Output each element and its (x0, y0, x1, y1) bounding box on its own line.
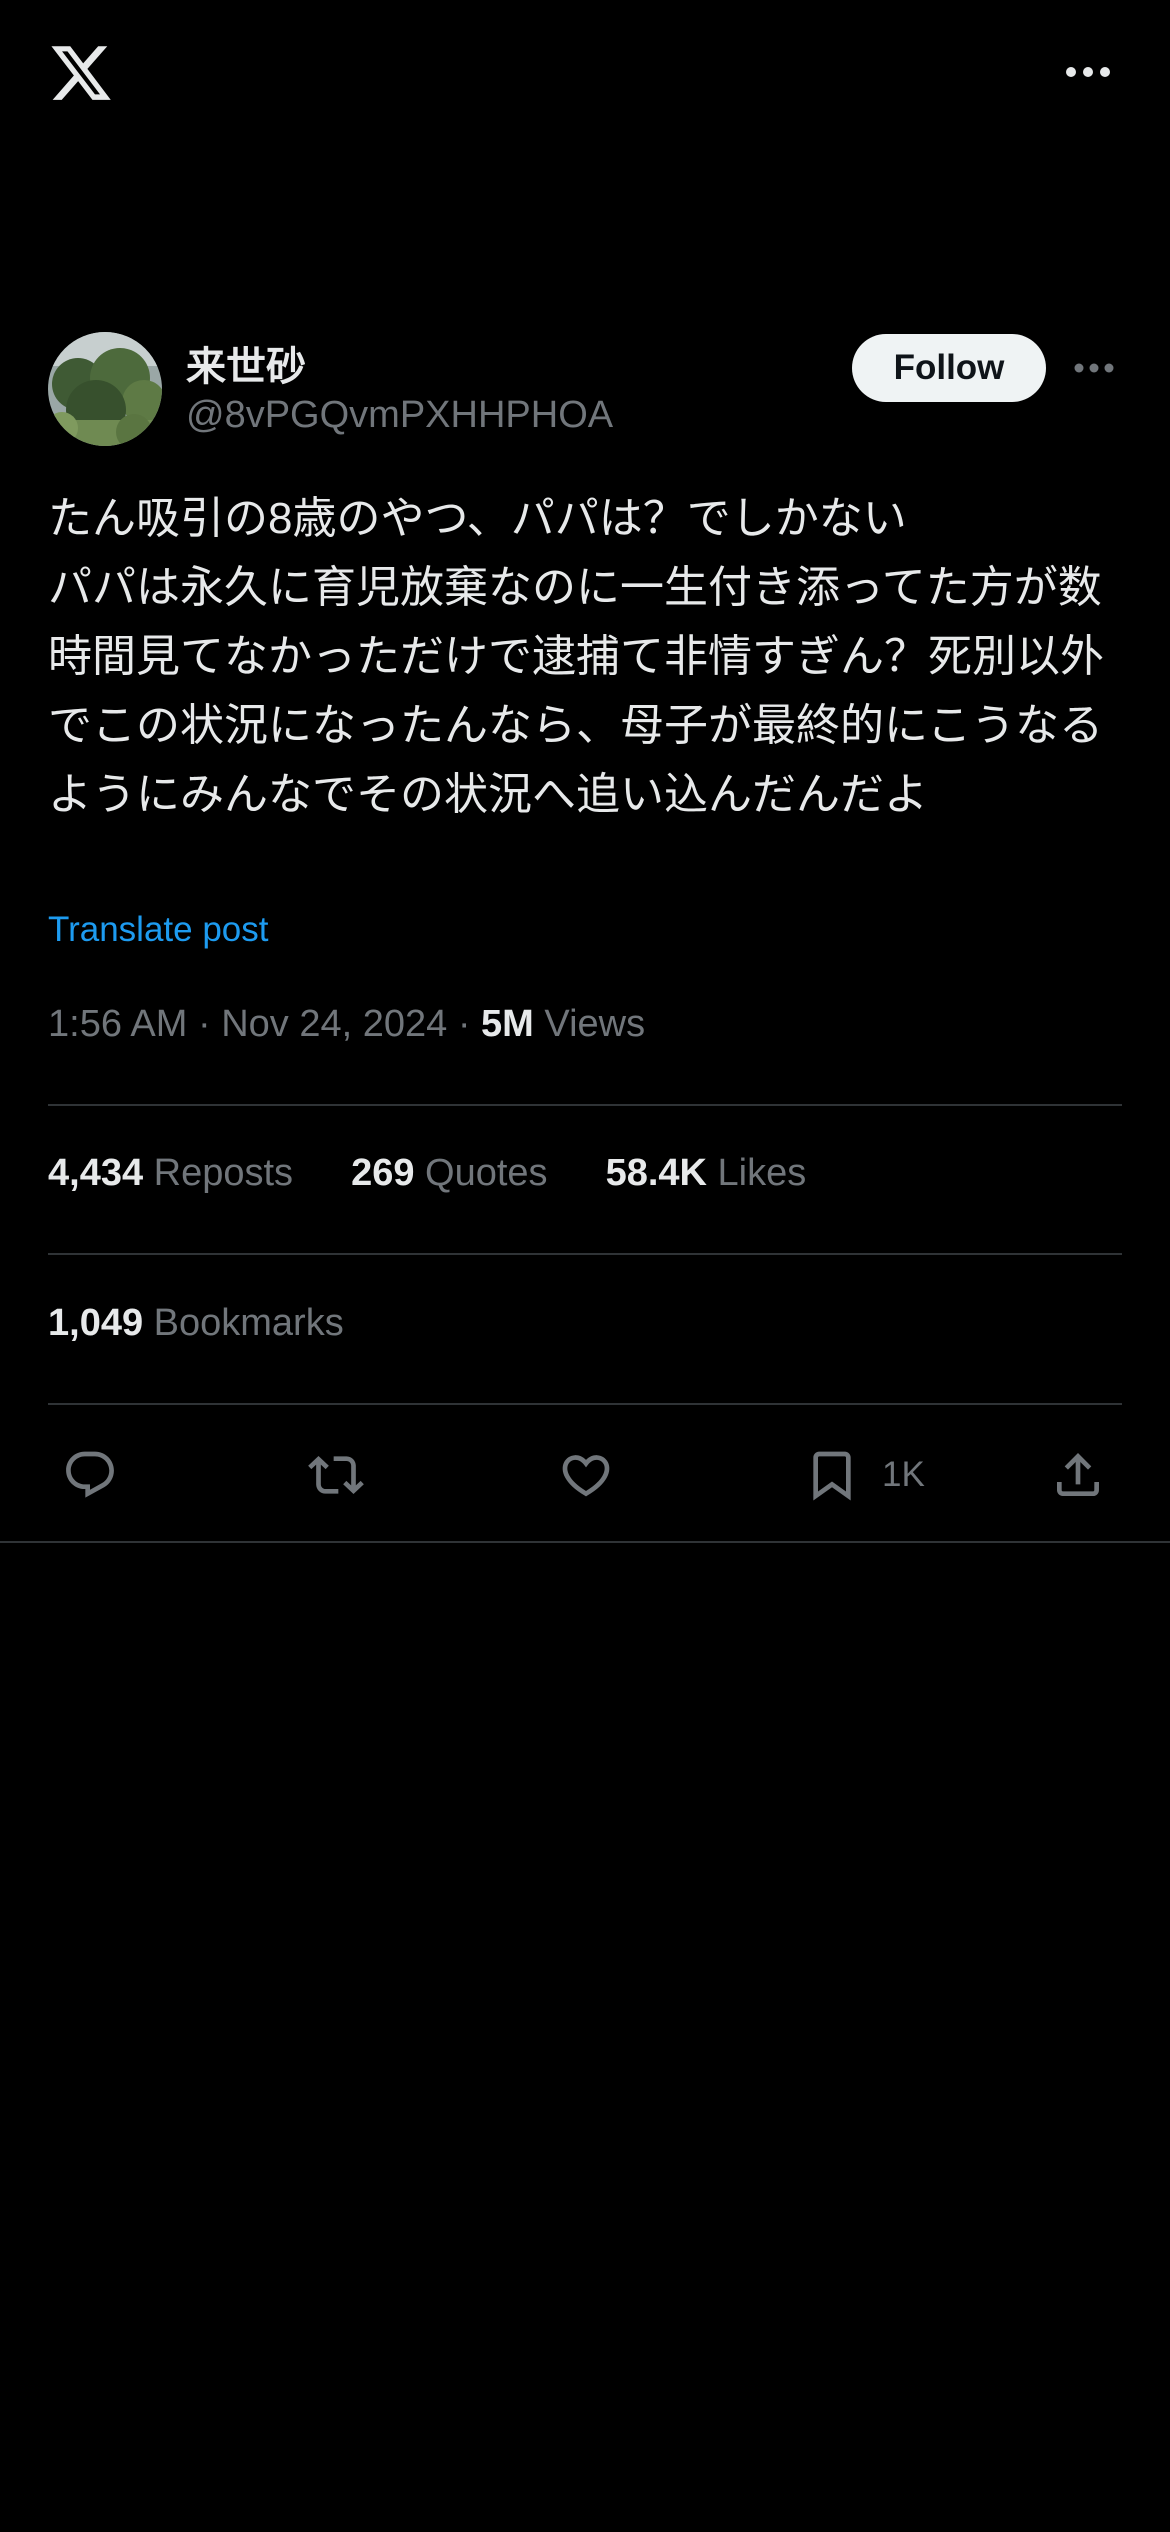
bookmarks-stat[interactable]: 1,049 Bookmarks (48, 1302, 344, 1345)
likes-count: 58.4K (605, 1152, 707, 1194)
divider (0, 1541, 1170, 1543)
quotes-count: 269 (351, 1152, 415, 1194)
avatar[interactable] (48, 332, 162, 446)
bookmark-button[interactable]: 1K (804, 1440, 925, 1510)
quotes-label: Quotes (425, 1152, 548, 1194)
likes-stat[interactable]: 58.4K Likes (606, 1152, 807, 1195)
bookmark-action-count: 1K (882, 1455, 925, 1494)
quotes-stat[interactable]: 269 Quotes (351, 1152, 548, 1195)
share-icon (1050, 1447, 1106, 1503)
views-count: 5M (481, 1003, 534, 1045)
more-options-icon[interactable] (1058, 52, 1118, 92)
repost-button[interactable] (308, 1440, 364, 1510)
reposts-stat[interactable]: 4,434 Reposts (48, 1152, 293, 1195)
bookmarks-label: Bookmarks (153, 1302, 344, 1344)
post-author: 来世砂 @8vPGQvmPXHHPHOA Follow (48, 332, 1122, 448)
translate-post-link[interactable]: Translate post (48, 910, 268, 950)
reply-button[interactable] (62, 1440, 118, 1510)
post-more-icon[interactable] (1066, 350, 1122, 386)
post-text: たん吸引の8歳のやつ、パパは？でしかない パパは永久に育児放棄なのに一生付き添っ… (48, 494, 1104, 819)
reposts-count: 4,434 (48, 1152, 144, 1194)
divider (48, 1253, 1122, 1255)
bookmark-icon (804, 1447, 860, 1503)
display-name[interactable]: 来世砂 (186, 334, 306, 392)
follow-button[interactable]: Follow (852, 334, 1046, 402)
x-logo-icon[interactable] (48, 40, 114, 106)
post-metadata: 1:56 AM · Nov 24, 2024 · 5M Views (48, 1003, 645, 1046)
action-bar: 1K (0, 1440, 1170, 1510)
likes-label: Likes (717, 1152, 807, 1194)
bookmarks-count: 1,049 (48, 1302, 144, 1344)
post-time[interactable]: 1:56 AM (48, 1003, 187, 1045)
heart-icon (558, 1447, 614, 1503)
top-bar (0, 0, 1170, 150)
meta-separator: · (197, 1003, 211, 1045)
reposts-label: Reposts (153, 1152, 294, 1194)
user-handle[interactable]: @8vPGQvmPXHHPHOA (186, 394, 613, 437)
views-label: Views (544, 1003, 646, 1045)
post-date[interactable]: Nov 24, 2024 (221, 1003, 447, 1045)
engagement-stats: 4,434 Reposts 269 Quotes 58.4K Likes (48, 1152, 864, 1195)
meta-separator: · (457, 1003, 471, 1045)
reply-icon (62, 1447, 118, 1503)
divider (48, 1403, 1122, 1405)
repost-icon (308, 1447, 364, 1503)
like-button[interactable] (558, 1440, 614, 1510)
divider (48, 1104, 1122, 1106)
share-button[interactable] (1050, 1440, 1106, 1510)
